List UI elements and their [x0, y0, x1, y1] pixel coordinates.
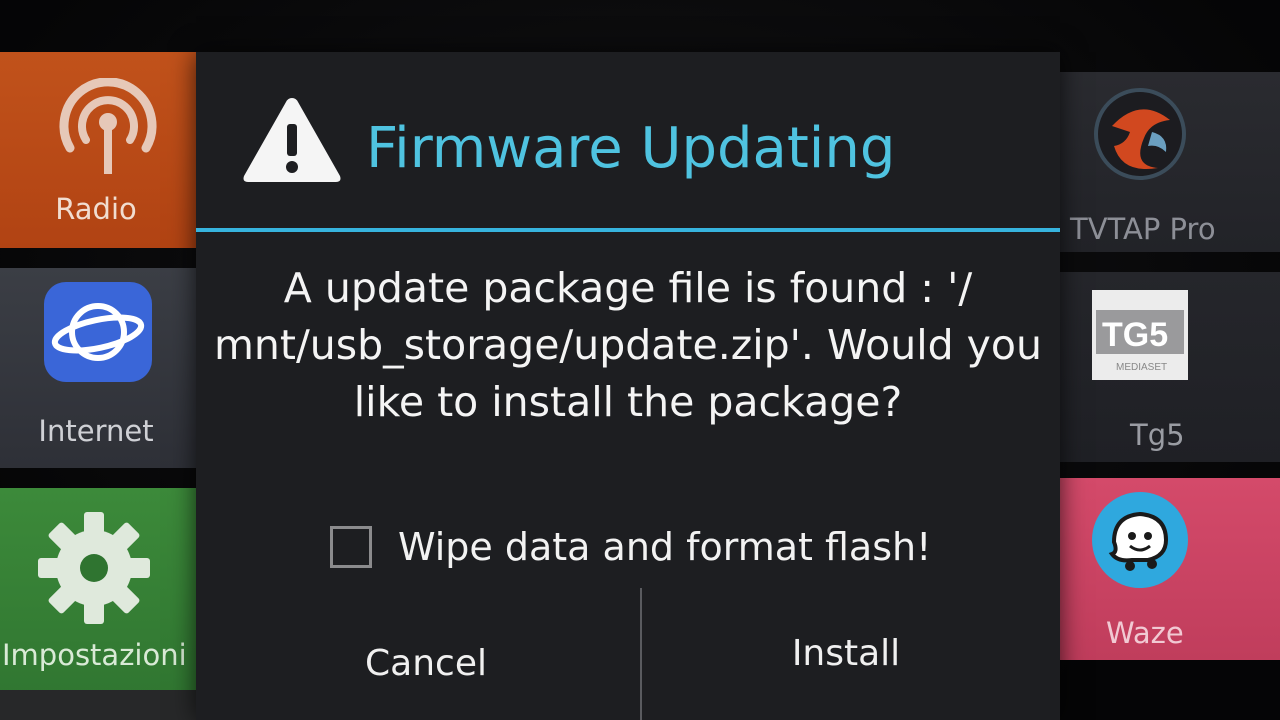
cancel-button[interactable]: Cancel [236, 618, 616, 708]
app-label-tvtap: TVTAP Pro [1070, 212, 1216, 246]
app-tile-tvtap[interactable]: TVTAP Pro [1058, 72, 1280, 252]
wipe-data-checkbox[interactable] [330, 526, 372, 568]
radio-broadcast-icon [48, 77, 168, 188]
firmware-update-dialog: Firmware Updating A update package file … [196, 52, 1060, 720]
app-label-radio: Radio [55, 192, 137, 226]
button-divider [640, 588, 642, 720]
app-label-internet: Internet [38, 414, 154, 448]
tg5-logo-subtext: MEDIASET [1116, 362, 1167, 373]
tvtap-logo-icon [1092, 86, 1188, 182]
dialog-title: Firmware Updating [366, 116, 896, 181]
screen: Radio Internet Impostazioni TVTAP Pro TG… [0, 0, 1280, 720]
warning-triangle-icon [240, 92, 344, 188]
app-tile-radio[interactable]: Radio [0, 52, 200, 248]
wipe-data-label[interactable]: Wipe data and format flash! [398, 525, 931, 569]
app-tile-waze[interactable]: Waze [1058, 478, 1280, 660]
app-tile-tg5[interactable]: TG5 MEDIASET Tg5 [1058, 272, 1280, 462]
gear-icon [34, 508, 154, 628]
tg5-logo-text: TG5 [1102, 316, 1168, 354]
tg5-logo-icon: TG5 MEDIASET [1092, 290, 1188, 380]
wipe-data-option[interactable]: Wipe data and format flash! [330, 522, 931, 572]
app-label-settings: Impostazioni [2, 638, 187, 672]
app-label-waze: Waze [1106, 616, 1184, 650]
app-tile-settings[interactable]: Impostazioni [0, 488, 200, 720]
bottom-strip [0, 690, 200, 720]
dialog-header: Firmware Updating [196, 52, 1060, 232]
title-divider [196, 228, 1060, 232]
app-tile-internet[interactable]: Internet [0, 268, 200, 468]
app-label-tg5: Tg5 [1130, 418, 1185, 452]
globe-planet-icon [44, 282, 152, 382]
install-button[interactable]: Install [656, 608, 1036, 698]
dialog-message: A update package file is found : '/ mnt/… [213, 264, 1042, 426]
waze-icon [1092, 492, 1188, 588]
